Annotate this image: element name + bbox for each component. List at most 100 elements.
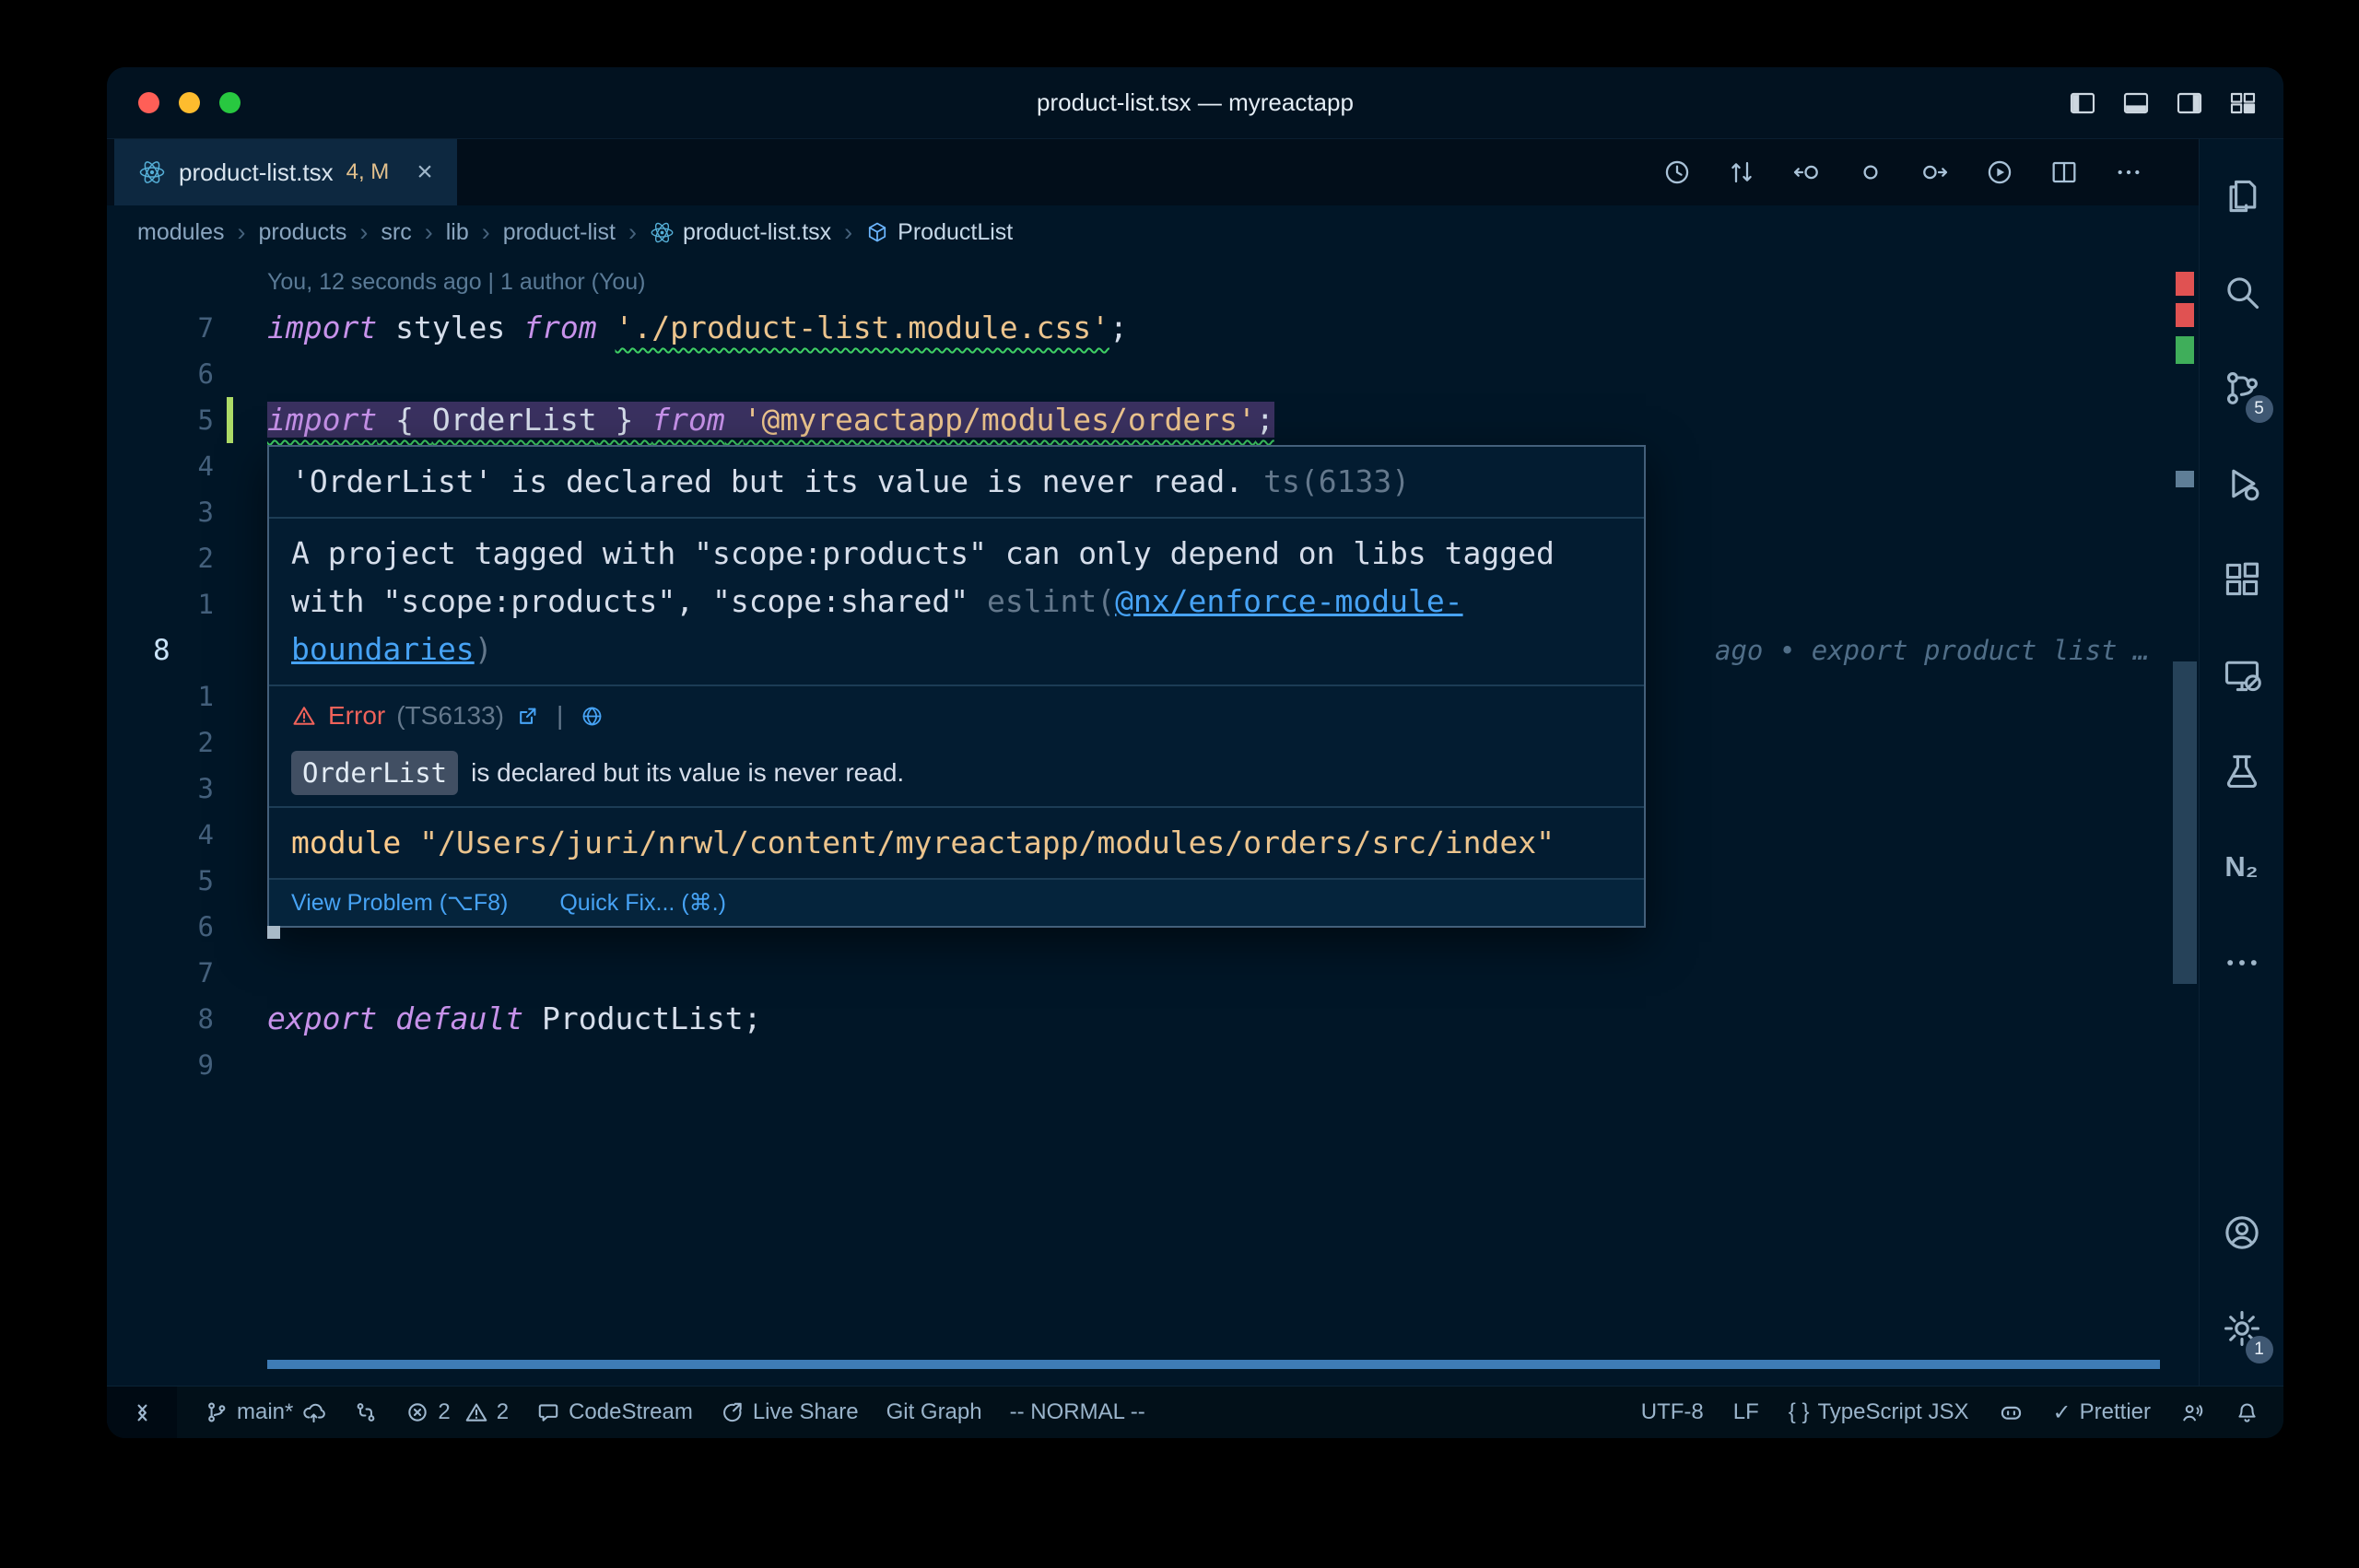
code-line: import { OrderList } from '@myreactapp/m…: [267, 397, 1274, 443]
revert-change-icon[interactable]: [1856, 158, 1885, 187]
notifications-status-item[interactable]: [2235, 1400, 2259, 1425]
previous-change-icon[interactable]: [1791, 158, 1821, 187]
line-number[interactable]: 2: [107, 535, 214, 581]
quick-fix-link[interactable]: Quick Fix... (⌘.): [559, 888, 726, 918]
code-row[interactable]: 8 export default ProductList;: [107, 996, 2199, 1042]
breadcrumb-item-file[interactable]: product-list.tsx: [650, 219, 831, 246]
code-row[interactable]: 7: [107, 950, 2199, 996]
open-external-icon[interactable]: [515, 704, 540, 729]
breadcrumb-item-product-list[interactable]: product-list: [503, 219, 616, 246]
testing-icon[interactable]: [2200, 727, 2284, 815]
line-number[interactable]: 5: [107, 397, 214, 443]
copilot-status-item[interactable]: [1999, 1400, 2024, 1425]
codestream-status-item[interactable]: CodeStream: [536, 1399, 693, 1425]
line-number[interactable]: 3: [107, 489, 214, 535]
line-number[interactable]: 1: [107, 673, 214, 720]
view-problem-link[interactable]: View Problem (⌥F8): [291, 888, 508, 918]
code-row[interactable]: 9: [107, 1042, 2199, 1088]
breadcrumb-item-modules[interactable]: modules: [137, 219, 225, 246]
line-number[interactable]: 7: [107, 305, 214, 351]
line-number[interactable]: 6: [107, 904, 214, 950]
remote-explorer-icon[interactable]: [2200, 631, 2284, 720]
globe-icon[interactable]: [580, 704, 604, 729]
nx-console-icon[interactable]: N₂: [2200, 823, 2284, 911]
code-row[interactable]: 7 import styles from './product-list.mod…: [107, 305, 2199, 351]
problems-status-item[interactable]: 2 2: [405, 1399, 509, 1425]
accounts-icon[interactable]: [2200, 1188, 2284, 1277]
feedback-icon: [2180, 1400, 2205, 1425]
search-icon[interactable]: [2200, 248, 2284, 336]
hover-module-section: module"/Users/juri/nrwl/content/myreacta…: [269, 808, 1644, 880]
compare-changes-icon[interactable]: [1727, 158, 1756, 187]
warning-triangle-icon: [464, 1400, 488, 1424]
line-number[interactable]: 6: [107, 351, 214, 397]
tab-product-list[interactable]: product-list.tsx 4, M ×: [114, 139, 457, 205]
close-tab-icon[interactable]: ×: [417, 157, 433, 188]
code-row[interactable]: 6: [107, 351, 2199, 397]
git-compare-status-item[interactable]: [354, 1400, 378, 1424]
chevron-right-icon: ›: [482, 218, 490, 247]
split-editor-icon[interactable]: [2049, 158, 2079, 187]
toggle-primary-sidebar-icon[interactable]: [2068, 88, 2097, 118]
git-blame-codelens[interactable]: You, 12 seconds ago | 1 author (You): [267, 259, 646, 305]
branch-name: main*: [237, 1399, 293, 1425]
toggle-secondary-sidebar-icon[interactable]: [2175, 88, 2204, 118]
branch-status-item[interactable]: main*: [205, 1399, 326, 1425]
react-icon: [650, 220, 675, 245]
line-number[interactable]: 4: [107, 443, 214, 489]
hover-tooltip: 'OrderList' is declared but its value is…: [267, 445, 1646, 928]
more-actions-icon[interactable]: [2114, 158, 2143, 187]
breadcrumb-item-src[interactable]: src: [381, 219, 411, 246]
code-row[interactable]: 5 import { OrderList } from '@myreactapp…: [107, 397, 2199, 443]
settings-gear-icon[interactable]: 1: [2200, 1284, 2284, 1373]
copilot-icon: [1999, 1400, 2024, 1425]
line-number[interactable]: 5: [107, 858, 214, 904]
minimize-window-button[interactable]: [179, 92, 200, 113]
language-label: TypeScript JSX: [1817, 1399, 1968, 1425]
source-control-icon[interactable]: 5: [2200, 344, 2284, 432]
scrollbar-thumb[interactable]: [2173, 661, 2197, 984]
zoom-window-button[interactable]: [219, 92, 241, 113]
run-file-icon[interactable]: [1985, 158, 2014, 187]
gutter-added-indicator: [227, 397, 233, 443]
language-status-item[interactable]: { } TypeScript JSX: [1789, 1399, 1969, 1425]
next-change-icon[interactable]: [1920, 158, 1950, 187]
editor[interactable]: You, 12 seconds ago | 1 author (You) 7 i…: [107, 259, 2199, 1386]
vim-mode-status-item[interactable]: -- NORMAL --: [1010, 1399, 1145, 1425]
feedback-status-item[interactable]: [2180, 1400, 2205, 1425]
status-bar-right: UTF-8 LF { } TypeScript JSX ✓ Prettier: [1641, 1399, 2283, 1426]
line-number[interactable]: 2: [107, 720, 214, 766]
explorer-icon[interactable]: [2200, 152, 2284, 240]
symbol-badge: OrderList: [291, 751, 458, 795]
eol-status-item[interactable]: LF: [1733, 1399, 1759, 1425]
run-and-debug-icon[interactable]: [2200, 439, 2284, 528]
close-window-button[interactable]: [138, 92, 159, 113]
breadcrumb-item-lib[interactable]: lib: [446, 219, 469, 246]
remote-indicator[interactable]: [107, 1387, 177, 1438]
divider: |: [557, 697, 563, 734]
line-number[interactable]: 7: [107, 950, 214, 996]
timeline-icon[interactable]: [1662, 158, 1692, 187]
vscode-window: product-list.tsx — myreactapp: [107, 67, 2283, 1438]
titlebar: product-list.tsx — myreactapp: [107, 67, 2283, 139]
git-graph-status-item[interactable]: Git Graph: [886, 1399, 982, 1425]
current-line-number[interactable]: 8: [153, 627, 170, 673]
extensions-icon[interactable]: [2200, 535, 2284, 624]
prettier-status-item[interactable]: ✓ Prettier: [2053, 1399, 2151, 1426]
breadcrumb-item-products[interactable]: products: [259, 219, 347, 246]
panel-sash[interactable]: [267, 1360, 2160, 1369]
line-number[interactable]: 4: [107, 812, 214, 858]
editor-scrollbar[interactable]: [2171, 259, 2199, 1386]
toggle-panel-icon[interactable]: [2121, 88, 2151, 118]
hover-resize-nub: [267, 926, 280, 939]
live-share-status-item[interactable]: Live Share: [721, 1399, 859, 1425]
bell-icon: [2235, 1400, 2259, 1425]
line-number[interactable]: 1: [107, 581, 214, 627]
encoding-status-item[interactable]: UTF-8: [1641, 1399, 1704, 1425]
breadcrumb-item-symbol[interactable]: ProductList: [865, 219, 1013, 246]
line-number[interactable]: 8: [107, 996, 214, 1042]
line-number[interactable]: 3: [107, 766, 214, 812]
customize-layout-icon[interactable]: [2228, 88, 2258, 118]
additional-views-icon[interactable]: [2200, 919, 2284, 1007]
line-number[interactable]: 9: [107, 1042, 214, 1088]
